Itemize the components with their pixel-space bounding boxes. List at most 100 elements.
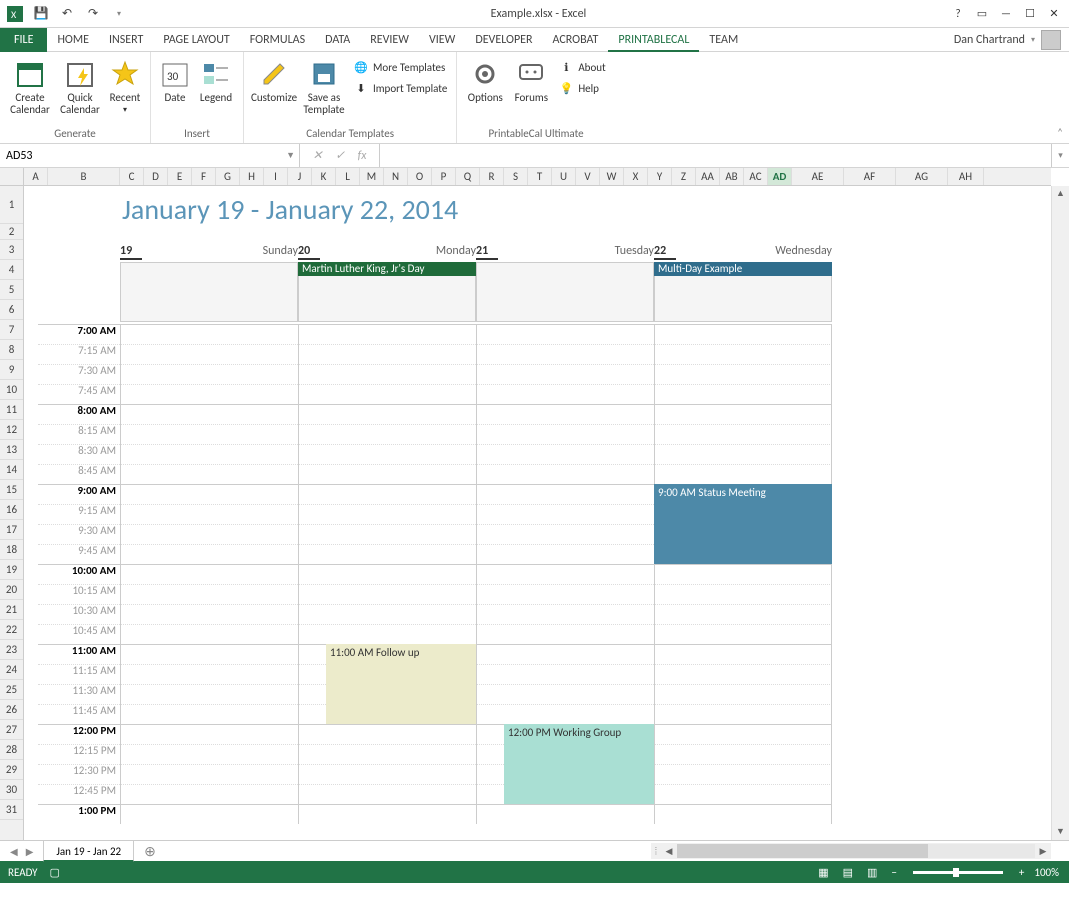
column-header[interactable]: K: [312, 168, 336, 185]
column-header[interactable]: AB: [720, 168, 744, 185]
customize-button[interactable]: Customize: [250, 54, 298, 104]
undo-icon[interactable]: ↶: [56, 3, 78, 25]
row-header[interactable]: 19: [0, 560, 23, 580]
column-header[interactable]: P: [432, 168, 456, 185]
tab-data[interactable]: DATA: [315, 28, 360, 52]
column-header[interactable]: G: [216, 168, 240, 185]
quick-calendar-button[interactable]: Quick Calendar: [56, 54, 104, 116]
tab-review[interactable]: REVIEW: [360, 28, 419, 52]
column-header[interactable]: AF: [844, 168, 896, 185]
macro-record-icon[interactable]: ▢: [50, 866, 60, 879]
add-sheet-button[interactable]: ⊕: [134, 843, 166, 860]
column-header[interactable]: Y: [648, 168, 672, 185]
cancel-formula-icon[interactable]: ✕: [313, 148, 323, 163]
column-header[interactable]: Q: [456, 168, 480, 185]
row-header[interactable]: 7: [0, 320, 23, 340]
row-header[interactable]: 2: [0, 224, 23, 240]
day-column[interactable]: [298, 324, 476, 824]
row-header[interactable]: 6: [0, 300, 23, 320]
qat-customize-icon[interactable]: ▾: [108, 3, 130, 25]
tab-formulas[interactable]: FORMULAS: [240, 28, 315, 52]
allday-cell[interactable]: [120, 262, 298, 322]
tab-file[interactable]: FILE: [0, 28, 47, 52]
row-header[interactable]: 5: [0, 280, 23, 300]
column-header[interactable]: U: [552, 168, 576, 185]
row-header[interactable]: 4: [0, 260, 23, 280]
row-header[interactable]: 24: [0, 660, 23, 680]
column-header[interactable]: N: [384, 168, 408, 185]
column-header[interactable]: C: [120, 168, 144, 185]
scroll-down-icon[interactable]: ▼: [1052, 824, 1069, 840]
save-icon[interactable]: 💾: [30, 3, 52, 25]
column-header[interactable]: S: [504, 168, 528, 185]
column-header[interactable]: O: [408, 168, 432, 185]
day-column[interactable]: [120, 324, 298, 824]
row-header[interactable]: 13: [0, 440, 23, 460]
row-header[interactable]: 12: [0, 420, 23, 440]
row-header[interactable]: 21: [0, 600, 23, 620]
help-icon[interactable]: ?: [947, 4, 969, 24]
column-header[interactable]: M: [360, 168, 384, 185]
allday-event[interactable]: Martin Luther King, Jr's Day: [298, 262, 476, 276]
zoom-slider[interactable]: [913, 871, 1003, 874]
view-normal-icon[interactable]: ▦: [814, 866, 832, 879]
tab-insert[interactable]: INSERT: [99, 28, 153, 52]
column-header[interactable]: D: [144, 168, 168, 185]
allday-event[interactable]: Multi-Day Example: [654, 262, 832, 276]
vertical-scrollbar[interactable]: ▲ ▼: [1051, 186, 1069, 840]
row-header[interactable]: 11: [0, 400, 23, 420]
zoom-level[interactable]: 100%: [1034, 866, 1059, 879]
tab-team[interactable]: TEAM: [699, 28, 748, 52]
scroll-left-icon[interactable]: ◀: [661, 846, 677, 857]
row-header[interactable]: 18: [0, 540, 23, 560]
row-header[interactable]: 8: [0, 340, 23, 360]
sheet-nav-prev-icon[interactable]: ◀: [10, 845, 18, 858]
select-all-corner[interactable]: [0, 168, 24, 186]
recent-button[interactable]: Recent ▾: [106, 54, 144, 115]
row-header[interactable]: 23: [0, 640, 23, 660]
horizontal-scrollbar[interactable]: ⁞ ◀ ▶: [651, 843, 1051, 859]
row-header[interactable]: 10: [0, 380, 23, 400]
user-menu[interactable]: Dan Chartrand ▾: [954, 30, 1069, 50]
date-button[interactable]: 30 Date: [157, 54, 193, 104]
legend-button[interactable]: Legend: [195, 54, 237, 104]
column-header[interactable]: AC: [744, 168, 768, 185]
day-column[interactable]: [654, 324, 832, 824]
column-header[interactable]: E: [168, 168, 192, 185]
fx-icon[interactable]: fx: [358, 149, 367, 163]
forums-button[interactable]: Forums: [509, 54, 553, 104]
close-icon[interactable]: ✕: [1043, 4, 1065, 24]
view-page-layout-icon[interactable]: ▤: [839, 866, 857, 879]
column-header[interactable]: AG: [896, 168, 948, 185]
row-header[interactable]: 30: [0, 780, 23, 800]
column-header[interactable]: F: [192, 168, 216, 185]
expand-formula-icon[interactable]: ▾: [1051, 144, 1069, 167]
collapse-ribbon-icon[interactable]: ˄: [1057, 126, 1063, 139]
row-header[interactable]: 25: [0, 680, 23, 700]
options-button[interactable]: Options: [463, 54, 507, 104]
row-header[interactable]: 17: [0, 520, 23, 540]
formula-input[interactable]: [380, 144, 1051, 167]
create-calendar-button[interactable]: Create Calendar: [6, 54, 54, 116]
row-header[interactable]: 20: [0, 580, 23, 600]
zoom-out-button[interactable]: −: [887, 866, 900, 879]
minimize-icon[interactable]: —: [995, 4, 1017, 24]
tab-view[interactable]: VIEW: [419, 28, 465, 52]
column-header[interactable]: Z: [672, 168, 696, 185]
row-header[interactable]: 16: [0, 500, 23, 520]
tab-acrobat[interactable]: ACROBAT: [543, 28, 609, 52]
sheet-nav-next-icon[interactable]: ▶: [26, 845, 34, 858]
row-header[interactable]: 14: [0, 460, 23, 480]
row-header[interactable]: 15: [0, 480, 23, 500]
column-header[interactable]: J: [288, 168, 312, 185]
import-template-button[interactable]: ⬇Import Template: [350, 78, 450, 98]
row-header[interactable]: 28: [0, 740, 23, 760]
tab-developer[interactable]: DEVELOPER: [465, 28, 542, 52]
column-header[interactable]: AH: [948, 168, 984, 185]
ribbon-display-icon[interactable]: ▭: [971, 4, 993, 24]
sheet-tab[interactable]: Jan 19 - Jan 22: [43, 841, 134, 862]
column-header[interactable]: L: [336, 168, 360, 185]
tab-page-layout[interactable]: PAGE LAYOUT: [153, 28, 239, 52]
accept-formula-icon[interactable]: ✓: [335, 148, 345, 163]
redo-icon[interactable]: ↷: [82, 3, 104, 25]
